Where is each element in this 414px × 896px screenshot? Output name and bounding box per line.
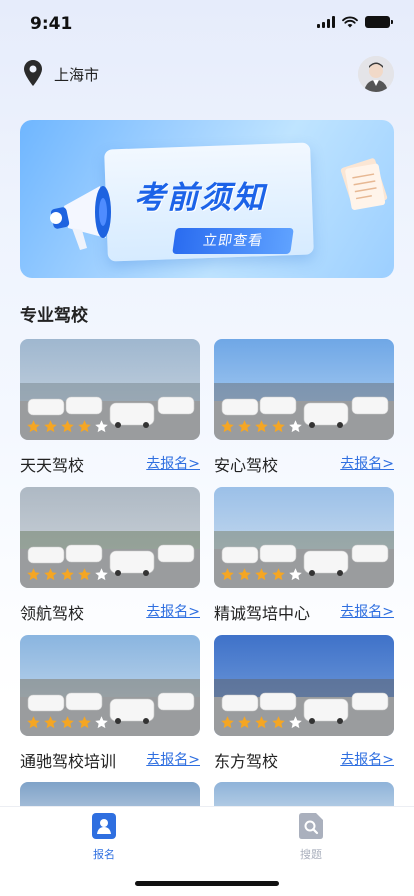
section-title: 专业驾校 [20,306,88,326]
school-name: 精诚驾培中心 [214,604,311,623]
star-filled-icon [255,568,268,581]
tab-register[interactable]: 报名 [74,813,134,862]
register-link[interactable]: 去报名> [340,453,394,473]
register-link[interactable]: 去报名> [146,453,200,473]
school-card[interactable]: 天天驾校 去报名> [20,339,200,475]
register-link[interactable]: 去报名> [146,601,200,621]
rating-stars [26,715,109,730]
location-pin-icon[interactable] [24,60,42,86]
school-name: 东方驾校 [214,752,279,771]
view-now-button[interactable]: 立即查看 [172,228,294,254]
school-card[interactable]: 安心驾校 去报名> [214,339,394,475]
signal-icon [317,16,335,28]
avatar[interactable] [358,56,394,92]
star-filled-icon [44,420,57,433]
star-filled-icon [44,716,57,729]
star-filled-icon [61,420,74,433]
star-filled-icon [221,568,234,581]
school-card[interactable]: 领航驾校 去报名> [20,487,200,623]
school-name: 安心驾校 [214,456,279,475]
notepad-icon [340,158,388,210]
tab-label: 搜题 [300,848,322,861]
star-empty-icon [95,568,108,581]
user-avatar-icon [358,56,394,92]
school-name: 天天驾校 [20,456,85,475]
search-doc-icon [299,813,323,839]
star-empty-icon [289,716,302,729]
rating-stars [26,419,109,434]
star-empty-icon [289,568,302,581]
star-filled-icon [61,716,74,729]
rating-stars [220,567,303,582]
register-link[interactable]: 去报名> [340,601,394,621]
school-card[interactable]: 东方驾校 去报名> [214,635,394,771]
school-name: 领航驾校 [20,604,85,623]
tab-label: 报名 [93,848,115,861]
person-badge-icon [92,813,116,839]
status-bar: 9:41 [0,0,414,48]
star-filled-icon [272,568,285,581]
star-filled-icon [27,716,40,729]
home-indicator [135,881,279,886]
star-filled-icon [272,420,285,433]
star-filled-icon [61,568,74,581]
star-filled-icon [238,420,251,433]
status-time: 9:41 [30,14,73,34]
status-icons [317,16,393,28]
banner-title: 考前须知 [134,180,266,216]
rating-stars [26,567,109,582]
exam-notice-banner[interactable]: 考前须知 立即查看 [20,120,394,278]
register-link[interactable]: 去报名> [146,749,200,769]
star-filled-icon [78,420,91,433]
register-link[interactable]: 去报名> [340,749,394,769]
star-filled-icon [272,716,285,729]
megaphone-icon [50,186,111,250]
star-filled-icon [221,420,234,433]
star-empty-icon [289,420,302,433]
location-header: 上海市 [0,56,414,92]
school-card[interactable]: 精诚驾培中心 去报名> [214,487,394,623]
star-filled-icon [255,420,268,433]
battery-icon [365,16,393,28]
rating-stars [220,715,303,730]
rating-stars [220,419,303,434]
location-label[interactable]: 上海市 [54,64,99,85]
star-filled-icon [255,716,268,729]
school-card[interactable]: 通驰驾校培训 去报名> [20,635,200,771]
star-filled-icon [238,568,251,581]
star-filled-icon [238,716,251,729]
star-empty-icon [95,716,108,729]
star-filled-icon [44,568,57,581]
star-filled-icon [27,420,40,433]
school-name: 通驰驾校培训 [20,752,117,771]
star-empty-icon [95,420,108,433]
star-filled-icon [78,568,91,581]
wifi-icon [342,16,358,28]
tab-search-questions[interactable]: 搜题 [281,813,341,862]
star-filled-icon [78,716,91,729]
star-filled-icon [27,568,40,581]
star-filled-icon [221,716,234,729]
